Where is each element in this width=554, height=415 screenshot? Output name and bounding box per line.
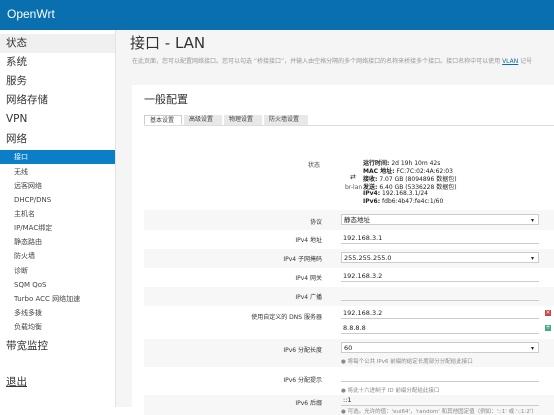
tab-physical[interactable]: 物理设置 bbox=[224, 115, 262, 125]
page-description: 在此页面，您可以配置网络接口。您可以勾选 “桥接接口”，并输入由空格分隔的多个网… bbox=[132, 56, 532, 65]
ipv4-netmask-label: IPv4 子网掩码 bbox=[283, 256, 322, 263]
status-ipv4-value: 192.168.3.1/24 bbox=[380, 190, 428, 197]
add-dns-icon[interactable]: + bbox=[545, 325, 551, 331]
ipv6-assign-hint-hint-text: 将此十六进制子 ID 前缀分配给此接口 bbox=[347, 388, 440, 394]
sidebar-item-status[interactable]: 状态 bbox=[0, 34, 115, 53]
sidebar-sub-diagnostics[interactable]: 诊断 bbox=[0, 264, 115, 278]
sidebar-sub-firewall[interactable]: 防火墙 bbox=[0, 249, 115, 263]
logout-link[interactable]: 退出 bbox=[0, 373, 115, 392]
chevron-down-icon: ▾ bbox=[530, 255, 534, 262]
status-ipv4-key: IPv4: bbox=[363, 190, 381, 197]
ipv6-assign-length-value: 60 bbox=[344, 344, 353, 352]
chevron-down-icon: ▾ bbox=[530, 345, 534, 352]
row-custom-dns: 使用自定义的 DNS 服务器 192.168.3.2 × 8.8.8.8 + bbox=[144, 306, 554, 339]
sidebar-item-system[interactable]: 系统 bbox=[0, 53, 115, 72]
info-icon: ● bbox=[341, 409, 346, 415]
ipv4-address-label: IPv4 地址 bbox=[295, 237, 322, 244]
ipv6-suffix-hint: ● 可选。允许的值：'eui64'，'random' 和其他固定值（例如：'::… bbox=[341, 407, 537, 415]
ipv6-assign-hint-hint: ● 将此十六进制子 ID 前缀分配给此接口 bbox=[341, 386, 439, 394]
tab-advanced[interactable]: 高级设置 bbox=[184, 115, 222, 125]
row-ipv4-broadcast: IPv4 广播 bbox=[144, 287, 554, 306]
sidebar-sub-wireless[interactable]: 无线 bbox=[0, 165, 115, 179]
row-ipv4-address: IPv4 地址 192.168.3.1 bbox=[144, 230, 554, 249]
page-title: 接口 - LAN bbox=[130, 34, 206, 52]
status-ipv4: IPv4: 192.168.3.1/24 bbox=[363, 190, 428, 197]
sidebar-sub-interfaces[interactable]: 接口 bbox=[0, 150, 115, 164]
status-ipv6: IPv6: fdb6:4b47:fe4c:1/60 bbox=[363, 198, 443, 205]
ipv6-assign-length-hint: ● 将每个公共 IPv6 前缀的给定长度部分分配给此接口 bbox=[341, 357, 473, 365]
row-ipv6-assign-hint: IPv6 分配提示 ● 将此十六进制子 ID 前缀分配给此接口 bbox=[144, 367, 554, 395]
sidebar-item-network[interactable]: 网络 bbox=[0, 130, 115, 149]
sidebar-item-vpn[interactable]: VPN bbox=[0, 110, 115, 129]
dns-input-2[interactable]: 8.8.8.8 bbox=[341, 323, 539, 334]
protocol-value: 静态地址 bbox=[344, 216, 370, 224]
network-icon: ⇄ bbox=[350, 173, 356, 181]
row-ipv6-suffix: IPv6 后缀 ::1 ● 可选。允许的值：'eui64'，'random' 和… bbox=[144, 395, 554, 415]
ipv6-assign-hint-input[interactable] bbox=[341, 371, 539, 382]
sidebar-item-bandwidth[interactable]: 带宽监控 bbox=[0, 337, 115, 356]
interface-name: br-lan bbox=[345, 184, 363, 191]
info-icon: ● bbox=[341, 359, 346, 365]
config-card: 一般配置 基本设置 高级设置 物理设置 防火墙设置 状态 ⇄ br-lan 运行… bbox=[132, 85, 554, 415]
ipv4-broadcast-input[interactable] bbox=[341, 290, 539, 301]
sidebar-sub-guest[interactable]: 远客网络 bbox=[0, 179, 115, 193]
sidebar-item-services[interactable]: 服务 bbox=[0, 72, 115, 91]
main-content: 接口 - LAN 在此页面，您可以配置网络接口。您可以勾选 “桥接接口”，并输入… bbox=[116, 30, 554, 415]
sidebar-sub-loadbalance[interactable]: 负载均衡 bbox=[0, 320, 115, 334]
row-ipv4-netmask: IPv4 子网掩码 255.255.255.0 ▾ bbox=[144, 249, 554, 268]
sidebar-sub-hostnames[interactable]: 主机名 bbox=[0, 207, 115, 221]
page-description-text: 在此页面，您可以配置网络接口。您可以勾选 “桥接接口”，并输入由空格分隔的多个网… bbox=[132, 58, 501, 65]
sidebar-sub-ipmac[interactable]: IP/MAC绑定 bbox=[0, 221, 115, 235]
sidebar-sub-turboacc[interactable]: Turbo ACC 网络加速 bbox=[0, 292, 115, 306]
row-ipv4-gateway: IPv4 网关 192.168.3.2 bbox=[144, 268, 554, 287]
sidebar: 状态 系统 服务 网络存储 VPN 网络 接口 无线 远客网络 DHCP/DNS… bbox=[0, 30, 116, 407]
protocol-label: 协议 bbox=[309, 219, 322, 226]
page-description-tail: 记号 bbox=[520, 58, 533, 65]
protocol-select[interactable]: 静态地址 ▾ bbox=[341, 214, 539, 225]
section-title: 一般配置 bbox=[144, 93, 188, 106]
info-icon: ● bbox=[341, 388, 346, 394]
status-label: 状态 bbox=[308, 162, 321, 169]
ipv4-gateway-input[interactable]: 192.168.3.2 bbox=[341, 271, 539, 282]
tab-basic[interactable]: 基本设置 bbox=[144, 115, 182, 125]
remove-dns-icon[interactable]: × bbox=[545, 310, 551, 316]
ipv6-suffix-hint-text: 可选。允许的值：'eui64'，'random' 和其他固定值（例如：'::1'… bbox=[347, 409, 537, 415]
dns-input-1[interactable]: 192.168.3.2 bbox=[341, 308, 539, 319]
ipv6-assign-length-hint-text: 将每个公共 IPv6 前缀的给定长度部分分配给此接口 bbox=[347, 359, 473, 365]
row-protocol: 协议 静态地址 ▾ bbox=[144, 210, 554, 230]
ipv6-suffix-label: IPv6 后缀 bbox=[295, 400, 322, 407]
ipv6-assign-length-label: IPv6 分配长度 bbox=[283, 347, 322, 354]
status-ipv6-value: fdb6:4b47:fe4c:1/60 bbox=[380, 198, 444, 205]
ipv6-assign-length-select[interactable]: 60 ▾ bbox=[341, 342, 539, 353]
ipv4-broadcast-label: IPv4 广播 bbox=[295, 294, 322, 301]
ipv4-netmask-select[interactable]: 255.255.255.0 ▾ bbox=[341, 252, 539, 263]
sidebar-sub-multiwan[interactable]: 多线多拨 bbox=[0, 306, 115, 320]
tab-bar: 基本设置 高级设置 物理设置 防火墙设置 bbox=[144, 115, 554, 126]
chevron-down-icon: ▾ bbox=[530, 217, 534, 224]
brand-logo[interactable]: OpenWrt bbox=[7, 7, 55, 21]
custom-dns-label: 使用自定义的 DNS 服务器 bbox=[251, 314, 322, 321]
ipv6-suffix-input[interactable]: ::1 bbox=[341, 395, 539, 406]
tab-firewall[interactable]: 防火墙设置 bbox=[264, 115, 308, 125]
sidebar-sub-dhcp[interactable]: DHCP/DNS bbox=[0, 193, 115, 207]
ipv6-assign-hint-label: IPv6 分配提示 bbox=[283, 377, 322, 384]
status-ipv6-key: IPv6: bbox=[363, 198, 381, 205]
vlan-link[interactable]: VLAN bbox=[502, 58, 518, 65]
sidebar-sub-sqm[interactable]: SQM QoS bbox=[0, 278, 115, 292]
ipv4-netmask-value: 255.255.255.0 bbox=[344, 254, 392, 262]
ipv4-address-input[interactable]: 192.168.3.1 bbox=[341, 233, 539, 244]
row-ipv6-assign-length: IPv6 分配长度 60 ▾ ● 将每个公共 IPv6 前缀的给定长度部分分配给此… bbox=[144, 339, 554, 367]
sidebar-item-nas[interactable]: 网络存储 bbox=[0, 91, 115, 110]
sidebar-sub-routes[interactable]: 静态路由 bbox=[0, 235, 115, 249]
ipv4-gateway-label: IPv4 网关 bbox=[295, 275, 322, 282]
top-bar: OpenWrt bbox=[0, 0, 554, 30]
